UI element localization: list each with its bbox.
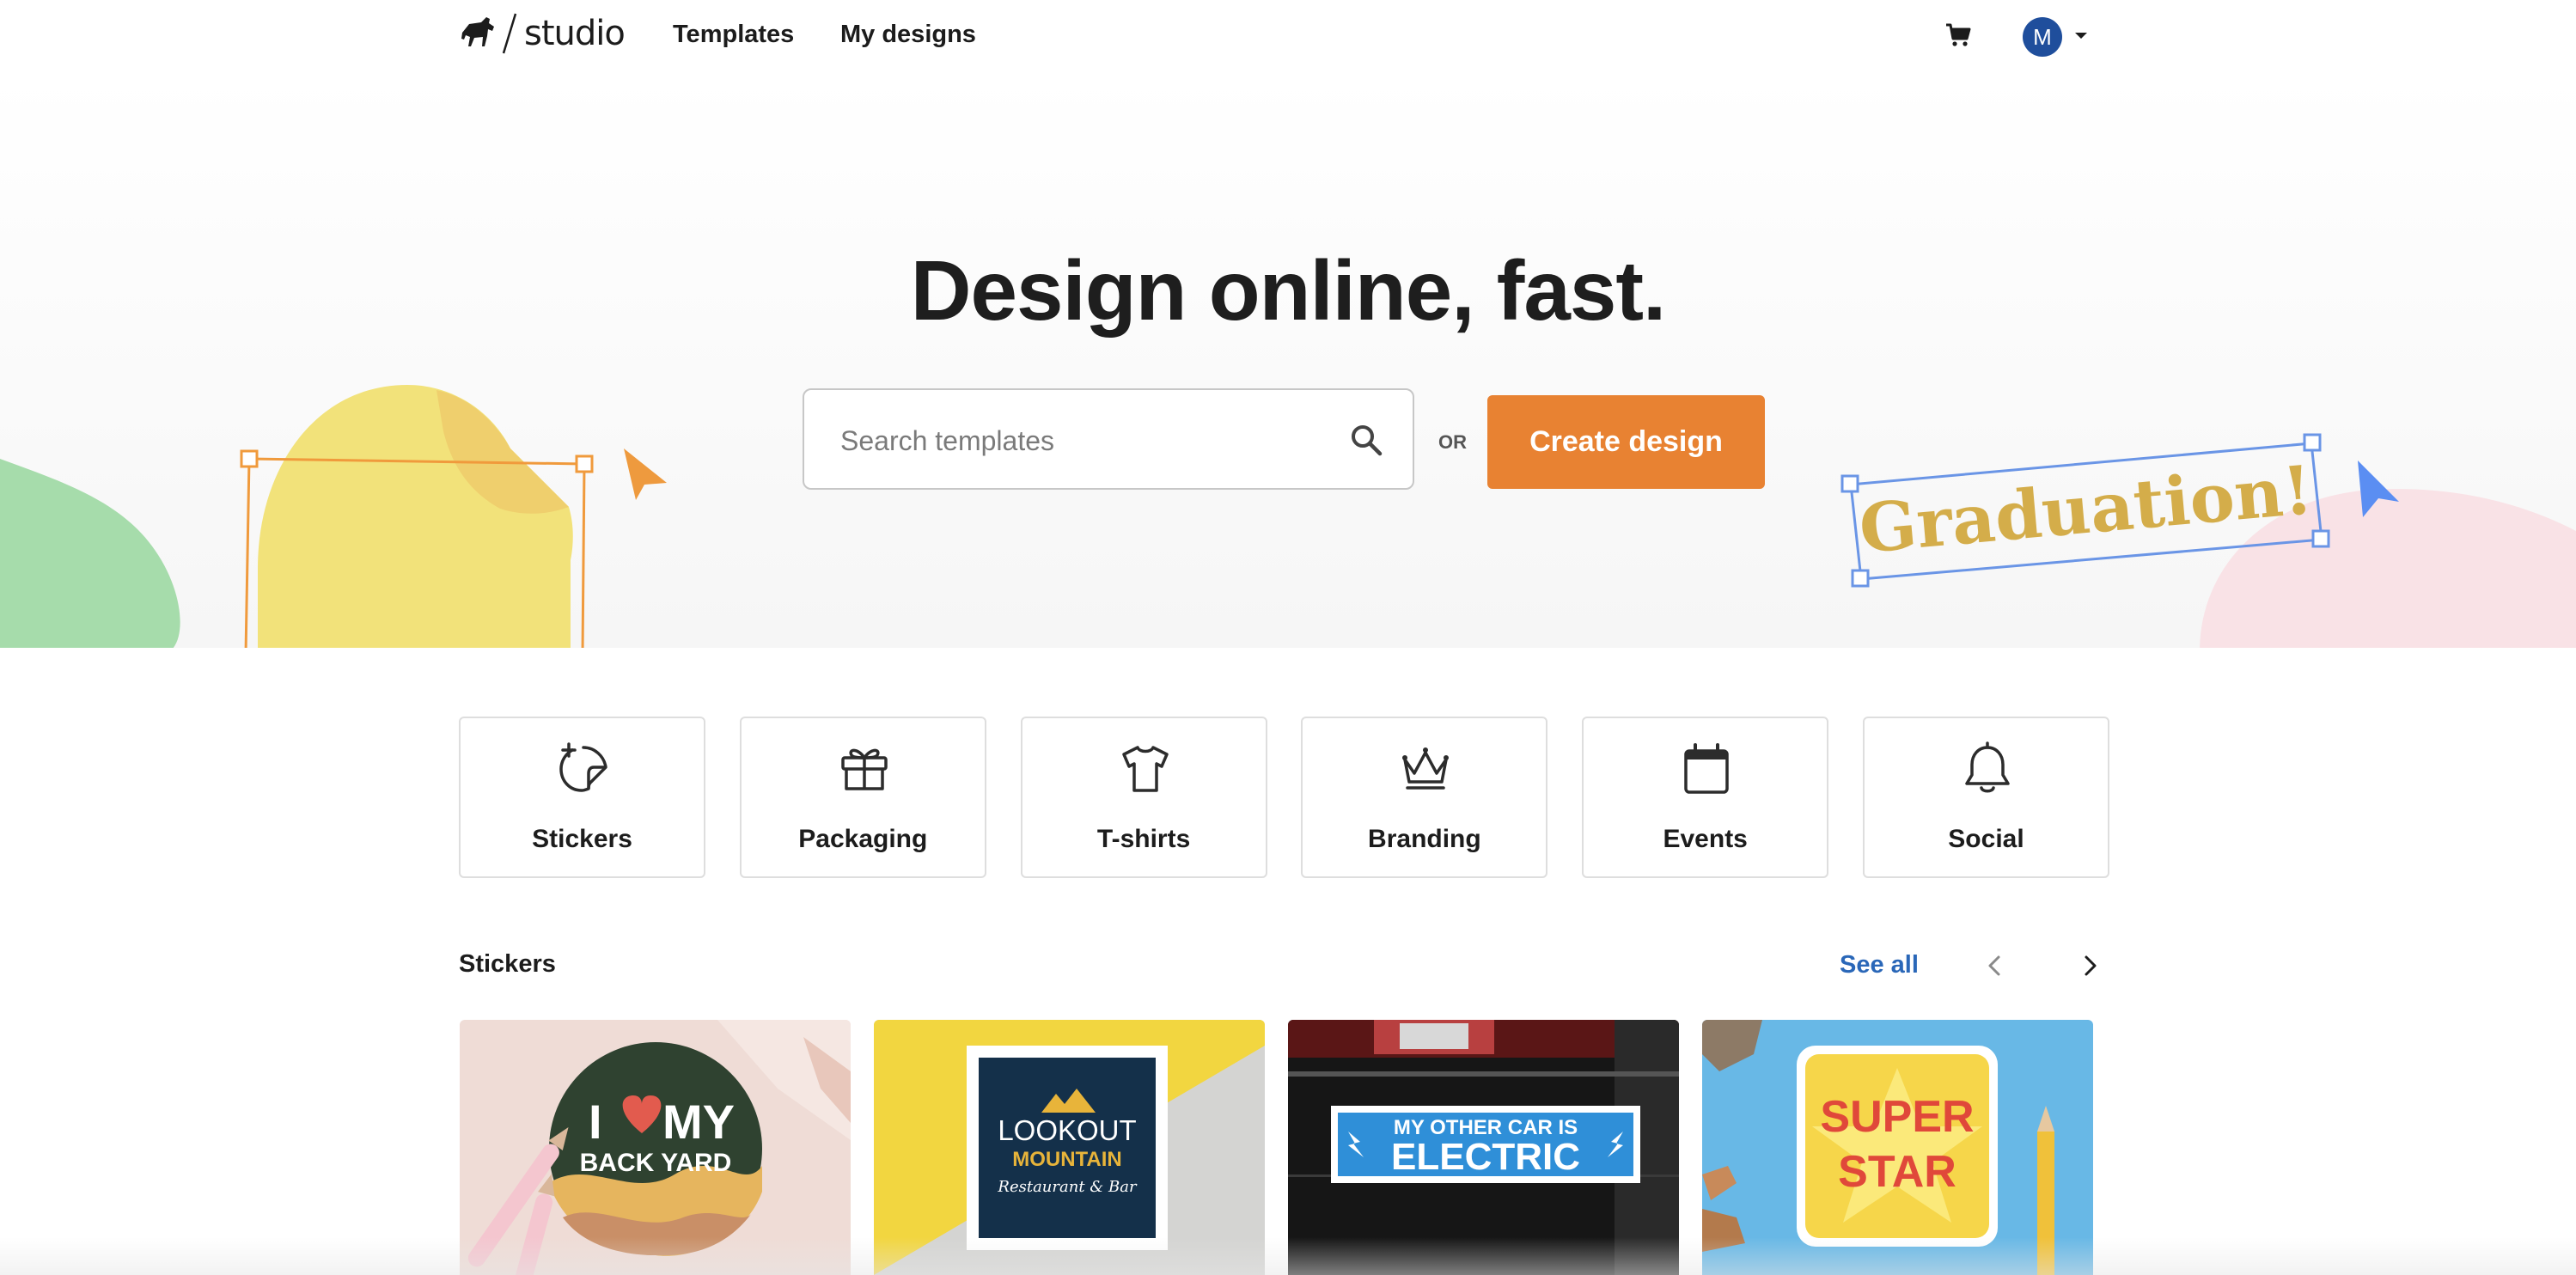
crown-icon [1402,747,1450,790]
backyard-sticker-image: I MY BACK YARD [460,1020,851,1275]
super-star-sticker-image: SUPER STAR [1702,1020,2093,1275]
logo-text: studio [524,14,626,53]
top-navbar: studio Templates My designs M [0,0,2576,74]
category-branding[interactable]: Branding [1301,717,1548,878]
search-box [803,388,1414,490]
restaurant-text: Restaurant & Bar [997,1178,1138,1196]
tshirt-icon [1121,746,1169,792]
category-label: Branding [1368,825,1481,853]
category-tshirts[interactable]: T-shirts [1020,717,1267,878]
search-icon[interactable] [1349,423,1383,457]
gift-box-icon [841,748,888,790]
sticker-card-lookout-mountain[interactable]: LOOKOUT MOUNTAIN Restaurant & Bar [874,1020,1265,1275]
user-avatar[interactable]: M [2023,17,2062,57]
blue-cursor-icon [2358,461,2399,517]
bell-icon [1965,741,2010,793]
nav-templates[interactable]: Templates [673,21,794,49]
category-label: Stickers [532,825,632,853]
chevron-right-icon[interactable] [2074,950,2105,981]
graduation-text-decoration: Graduation! [1840,433,2330,588]
chevron-left-icon[interactable] [1980,950,2011,981]
sticker-card-electric[interactable]: MY OTHER CAR IS ELECTRIC [1288,1020,1679,1275]
mountain-text: MOUNTAIN [1012,1148,1122,1171]
category-social[interactable]: Social [1862,717,2109,878]
super-text: SUPER [1820,1092,1974,1142]
category-events[interactable]: Events [1582,717,1829,878]
category-label: Packaging [798,825,928,853]
stickers-section-title: Stickers [459,950,556,978]
or-label: OR [1438,431,1467,453]
sticker-card-backyard[interactable]: I MY BACK YARD [460,1020,851,1275]
sticker-card-super-star[interactable]: SUPER STAR [1702,1020,2093,1275]
green-blob-decoration [0,459,180,648]
logo-divider [502,13,517,54]
lookout-mountain-sticker-image: LOOKOUT MOUNTAIN Restaurant & Bar [874,1020,1265,1275]
category-label: T-shirts [1096,825,1191,853]
hero-title: Design online, fast. [910,243,1666,338]
horse-logo-icon [461,17,494,46]
category-label: Events [1663,825,1748,853]
backyard-text: BACK YARD [580,1149,732,1177]
lookout-text: LOOKOUT [998,1114,1136,1146]
chevron-down-icon[interactable] [2072,29,2090,41]
see-all-link[interactable]: See all [1840,951,1919,979]
backyard-text-my: MY [662,1095,735,1149]
studio-logo[interactable]: studio [459,12,626,55]
create-design-button[interactable]: Create design [1487,395,1765,489]
category-stickers[interactable]: Stickers [459,717,705,878]
sticker-selection-decoration [240,385,594,648]
hero-banner: Graduation! Design online, fast. OR Crea… [0,74,2576,648]
category-row: Stickers Packaging T-shirts Branding Eve… [459,717,2109,878]
sticker-icon [559,742,607,792]
category-label: Social [1948,825,2024,853]
star-text: STAR [1838,1147,1956,1197]
category-packaging[interactable]: Packaging [739,717,986,878]
orange-cursor-icon [624,448,667,500]
calendar-icon [1684,743,1729,794]
backyard-text-i: I [589,1095,602,1149]
sticker-cards-row: I MY BACK YARD LOOKOUT MOUNTAIN Restaura… [460,1020,2093,1275]
search-input[interactable] [839,419,1323,462]
electric-text: ELECTRIC [1391,1136,1580,1178]
electric-car-sticker-image: MY OTHER CAR IS ELECTRIC [1288,1020,1679,1275]
cart-icon[interactable] [1945,22,1971,48]
nav-my-designs[interactable]: My designs [840,21,976,49]
graduation-text: Graduation! [1856,451,2316,569]
